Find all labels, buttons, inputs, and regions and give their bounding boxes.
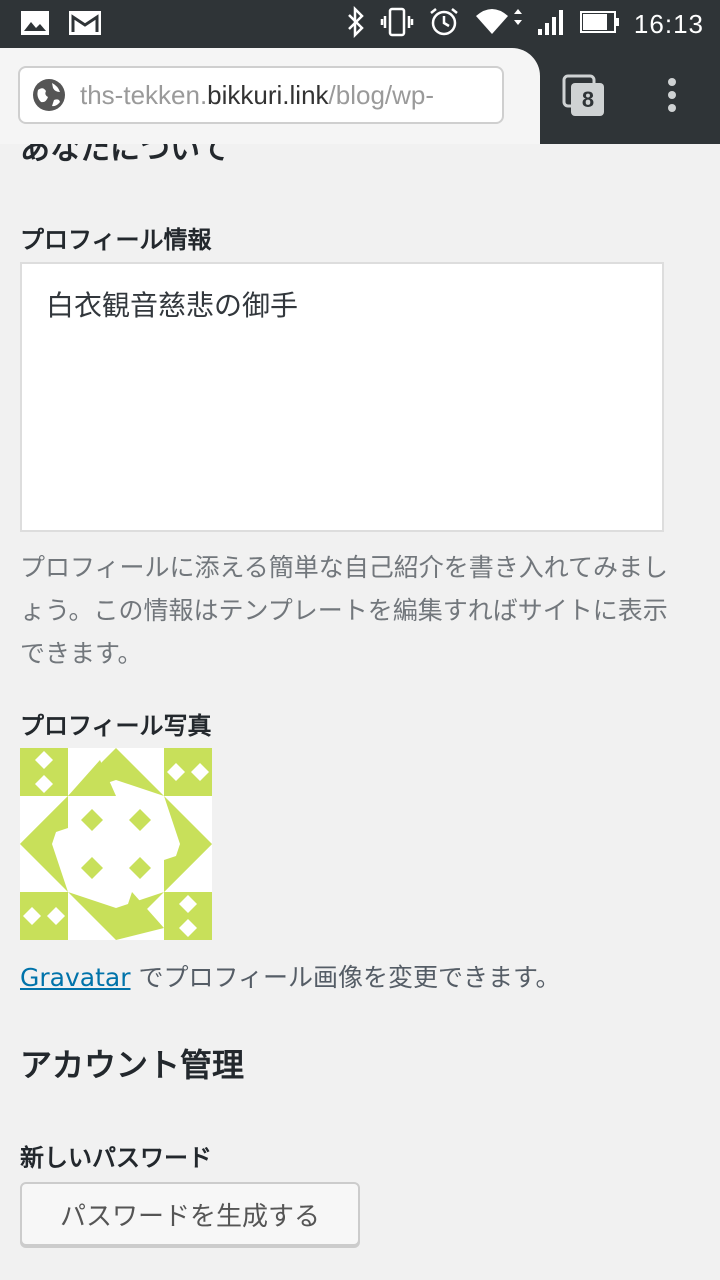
gravatar-link[interactable]: Gravatar (20, 963, 131, 992)
more-vert-icon (668, 78, 676, 112)
generate-password-button[interactable]: パスワードを生成する (20, 1182, 360, 1246)
globe-icon (32, 78, 66, 112)
bluetooth-icon (346, 5, 366, 42)
url-suffix: /blog/wp- (328, 79, 435, 110)
status-bar: 16:13 (0, 0, 720, 48)
profile-info-label: プロフィール情報 (20, 226, 212, 254)
url-text: ths-tekken.bikkuri.link/blog/wp- (80, 80, 434, 111)
url-prefix: ths-tekken. (80, 79, 208, 110)
overflow-menu-button[interactable] (662, 76, 682, 116)
gmail-icon (68, 10, 102, 40)
alarm-icon (428, 6, 460, 42)
section-title-about: あなたについて (20, 144, 230, 167)
profile-info-textarea[interactable]: 白衣観音慈悲の御手 (20, 262, 664, 532)
url-area: ths-tekken.bikkuri.link/blog/wp- (0, 48, 540, 144)
address-bar[interactable]: ths-tekken.bikkuri.link/blog/wp- (18, 66, 504, 124)
image-icon (20, 10, 50, 40)
battery-icon (579, 9, 620, 39)
status-time: 16:13 (633, 8, 704, 39)
tab-count: 8 (581, 87, 595, 112)
tab-switcher-button[interactable]: 8 (562, 74, 606, 118)
gravatar-line: Gravatar でプロフィール画像を変更できます。 (20, 958, 560, 994)
wifi-icon (474, 6, 522, 42)
profile-photo-label: プロフィール写真 (20, 712, 212, 740)
gravatar-text: でプロフィール画像を変更できます。 (130, 963, 561, 992)
identicon-image (20, 748, 212, 940)
account-management-heading: アカウント管理 (20, 1046, 245, 1084)
vibrate-icon (380, 6, 414, 42)
new-password-label: 新しいパスワード (20, 1144, 212, 1172)
page-content: あなたについて プロフィール情報 白衣観音慈悲の御手 プロフィールに添える簡単な… (0, 144, 720, 1280)
profile-info-description: プロフィールに添える簡単な自己紹介を書き入れてみましょう。この情報はテンプレート… (20, 553, 669, 668)
url-host: bikkuri.link (207, 79, 329, 110)
avatar (20, 748, 212, 940)
browser-toolbar: ths-tekken.bikkuri.link/blog/wp- 8 (0, 48, 720, 144)
signal-icon (536, 7, 566, 41)
